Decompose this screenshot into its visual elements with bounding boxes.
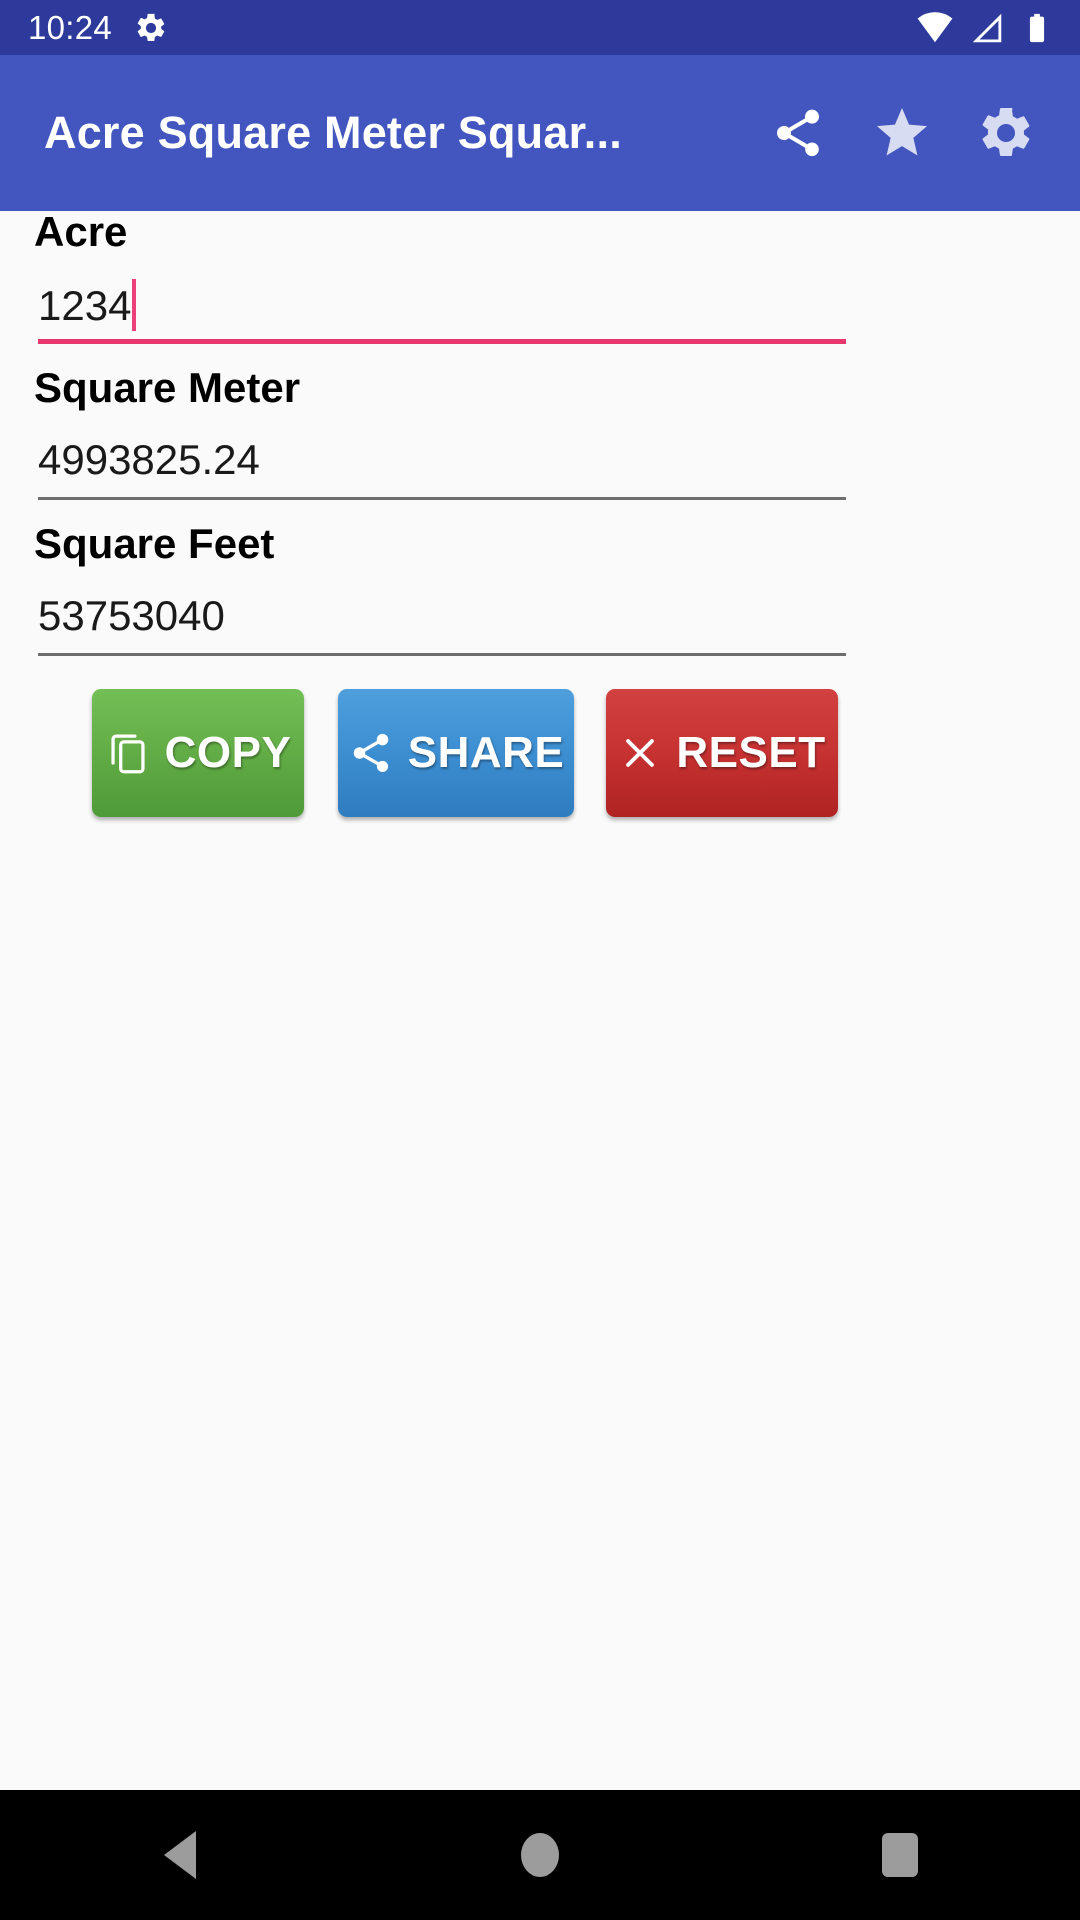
share-icon [777, 109, 819, 157]
field-value-acre[interactable]: 1234 [38, 285, 131, 327]
recents-square-icon [882, 1833, 918, 1877]
converter-form: Acre 1234 Square Meter 4993825.24 Square… [0, 211, 1080, 1790]
nav-home-button[interactable] [440, 1790, 640, 1920]
status-bar-clock: 10:24 [28, 9, 113, 46]
home-circle-icon [521, 1833, 559, 1877]
action-button-row: COPY SHARE RESET [0, 689, 1080, 817]
app-title: Acre Square Meter Squar... [44, 107, 622, 158]
field-input-square-meter[interactable]: 4993825.24 [38, 439, 846, 481]
copy-icon [111, 734, 145, 774]
field-label-acre: Acre [34, 208, 128, 255]
status-bar-system-icons [916, 9, 1054, 47]
field-label-square-feet: Square Feet [34, 520, 275, 567]
app-bar-actions [746, 81, 1058, 185]
app-bar-share-button[interactable] [746, 81, 850, 185]
field-group-square-feet: Square Feet 53753040 [0, 523, 1080, 679]
status-bar: 10:24 [0, 0, 1080, 55]
app-bar: Acre Square Meter Squar... [0, 55, 1080, 211]
phone-screen: 10:24 Acre Square Meter Squar... Acre 12… [0, 0, 1080, 1920]
wifi-icon [917, 11, 953, 42]
gear-icon [137, 13, 165, 41]
field-label-square-meter: Square Meter [34, 364, 301, 411]
star-icon [877, 108, 927, 156]
text-cursor [132, 279, 137, 331]
field-underline-square-meter [38, 497, 846, 500]
field-group-acre: Acre 1234 [0, 211, 1080, 367]
cell-signal-icon [972, 13, 1002, 42]
copy-button[interactable]: COPY [92, 689, 304, 817]
gear-icon [982, 107, 1030, 156]
status-bar-notification-icons [134, 11, 168, 45]
reset-button[interactable]: RESET [606, 689, 838, 817]
share-button-label: SHARE [407, 728, 565, 777]
field-underline-square-feet [38, 653, 846, 656]
reset-button-label: RESET [676, 728, 826, 777]
nav-recents-button[interactable] [800, 1790, 1000, 1920]
copy-button-label: COPY [164, 728, 292, 777]
field-group-square-meter: Square Meter 4993825.24 [0, 367, 1080, 523]
back-triangle-icon [164, 1831, 196, 1879]
field-value-square-feet[interactable]: 53753040 [38, 595, 225, 637]
battery-icon [1029, 13, 1045, 42]
close-x-icon [626, 739, 655, 767]
android-navigation-bar [0, 1790, 1080, 1920]
field-input-acre[interactable]: 1234 [38, 279, 846, 331]
nav-back-button[interactable] [80, 1790, 280, 1920]
app-bar-favorite-button[interactable] [850, 81, 954, 185]
share-icon [353, 733, 388, 773]
app-bar-settings-button[interactable] [954, 81, 1058, 185]
field-underline-acre [38, 339, 846, 344]
share-button[interactable]: SHARE [338, 689, 574, 817]
field-value-square-meter[interactable]: 4993825.24 [38, 439, 260, 481]
field-input-square-feet[interactable]: 53753040 [38, 595, 846, 637]
